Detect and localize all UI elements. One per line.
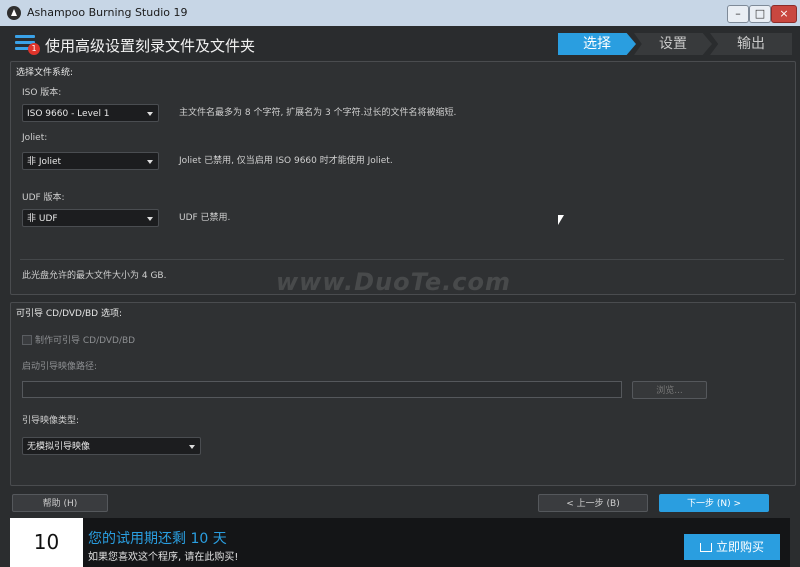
trial-banner: 10 您的试用期还剩 10 天 如果您喜欢这个程序, 请在此购买! [10,518,790,567]
previous-button[interactable]: < 上一步 (B) [538,494,648,512]
chevron-down-icon [147,217,153,221]
close-button[interactable]: × [771,5,797,23]
boot-image-path-label: 启动引导映像路径: [22,362,98,372]
browse-button[interactable]: 浏览... [632,381,707,399]
chevron-down-icon [147,112,153,116]
joliet-value: 非 Joliet [27,157,62,167]
boot-image-type-value: 无模拟引导映像 [27,442,91,452]
window-title-bar: Ashampoo Burning Studio 19 – □ × [0,0,800,26]
joliet-desc: Joliet 已禁用, 仅当启用 ISO 9660 时才能使用 Joliet. [179,156,393,166]
step-output[interactable]: 输出 [710,33,792,55]
boot-image-type-label: 引导映像类型: [22,416,80,426]
app-logo-icon [7,6,21,20]
udf-version-value: 非 UDF [27,214,58,224]
chevron-down-icon [189,445,195,449]
iso-version-select[interactable]: ISO 9660 - Level 1 [22,104,159,122]
step-settings[interactable]: 设置 [634,33,712,55]
udf-version-desc: UDF 已禁用. [179,213,231,223]
trial-subtitle: 如果您喜欢这个程序, 请在此购买! [88,552,239,563]
minimize-button[interactable]: – [727,5,749,23]
boot-image-type-select[interactable]: 无模拟引导映像 [22,437,201,455]
make-bootable-checkbox[interactable] [22,335,32,345]
divider [20,259,784,260]
mouse-cursor-icon [558,215,564,225]
shopping-cart-icon [699,543,712,552]
maximize-button[interactable]: □ [749,5,771,23]
iso-version-desc: 主文件名最多为 8 个字符, 扩展名为 3 个字符.过长的文件名将被缩短. [179,108,457,118]
file-system-title: 选择文件系统: [16,68,74,78]
window-title: Ashampoo Burning Studio 19 [27,6,188,19]
joliet-select[interactable]: 非 Joliet [22,152,159,170]
joliet-label: Joliet: [22,133,48,143]
step-select[interactable]: 选择 [558,33,636,55]
iso-version-value: ISO 9660 - Level 1 [27,109,110,119]
trial-title: 您的试用期还剩 10 天 [88,531,227,547]
buy-now-button[interactable]: 立即购买 [684,534,780,560]
notification-badge: 1 [28,43,40,55]
trial-days-count: 10 [10,518,83,567]
page-title: 使用高级设置刻录文件及文件夹 [45,37,256,55]
next-button[interactable]: 下一步 (N) > [659,494,769,512]
buy-now-label: 立即购买 [715,540,764,554]
boot-options-title: 可引导 CD/DVD/BD 选项: [16,309,122,319]
boot-image-path-input[interactable] [22,381,622,398]
chevron-down-icon [147,160,153,164]
max-file-size-note: 此光盘允许的最大文件大小为 4 GB. [22,271,167,281]
make-bootable-label: 制作可引导 CD/DVD/BD [35,336,136,346]
watermark-text: www.DuoTe.com [276,268,511,296]
iso-version-label: ISO 版本: [22,88,62,98]
help-button[interactable]: 帮助 (H) [12,494,108,512]
udf-version-label: UDF 版本: [22,193,65,203]
udf-version-select[interactable]: 非 UDF [22,209,159,227]
